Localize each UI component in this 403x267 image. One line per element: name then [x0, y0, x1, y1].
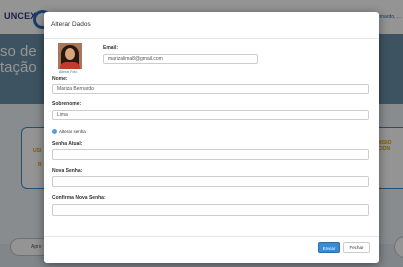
alterar-dados-modal: Alterar Dados Alterar Foto Email: mariza… [44, 12, 379, 263]
alterar-foto-link[interactable]: Alterar Foto [59, 70, 77, 74]
photo-face [65, 48, 75, 60]
enviar-button[interactable]: Enviar [318, 242, 340, 253]
photo-shirt [60, 62, 80, 69]
email-label: Email: [103, 45, 119, 51]
nome-label: Nome: [52, 76, 68, 82]
senha-atual-field[interactable] [52, 149, 369, 160]
confirma-senha-label: Confirma Nova Senha: [52, 195, 106, 201]
modal-header: Alterar Dados [44, 12, 379, 39]
nova-senha-label: Nova Senha: [52, 168, 83, 174]
sobrenome-field[interactable]: Lima [52, 110, 369, 120]
senha-atual-label: Senha Atual: [52, 141, 83, 147]
fechar-button[interactable]: Fechar [343, 242, 370, 253]
profile-photo [58, 43, 82, 69]
nome-field[interactable]: Mariza Bernardo [52, 84, 369, 94]
email-field[interactable]: marizalima8@gmail.com [103, 54, 258, 64]
modal-title: Alterar Dados [51, 21, 91, 28]
modal-footer-divider [44, 236, 379, 237]
nova-senha-field[interactable] [52, 176, 369, 187]
alterar-senha-checkbox[interactable] [52, 129, 57, 134]
sobrenome-label: Sobrenome: [52, 101, 82, 107]
confirma-senha-field[interactable] [52, 204, 369, 216]
alterar-senha-label[interactable]: Alterar senha [59, 129, 86, 134]
